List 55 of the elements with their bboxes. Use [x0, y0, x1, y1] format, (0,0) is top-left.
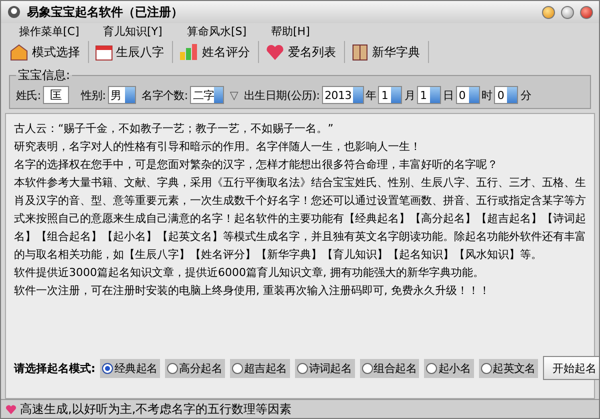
menu-item[interactable]: 帮助[H] [271, 24, 355, 38]
field-label: 名字个数: [142, 88, 188, 102]
field-label: 性别: [80, 88, 106, 102]
mode-radio[interactable]: 经典起名 [100, 358, 160, 378]
unit-label: 年 [366, 88, 376, 102]
description-paragraph: 研究表明，名字对人的性格有引导和暗示的作用。名字伴随人一生，也影响人一生！ [14, 139, 422, 155]
unit-label: 分 [520, 88, 532, 102]
mode-radio[interactable]: 诗词起名 [294, 358, 355, 378]
maximize-button[interactable] [561, 6, 574, 18]
group-title: 宝宝信息: [17, 67, 72, 84]
calendar-icon [95, 43, 113, 61]
description-paragraph: 名字的选择权在您手中，可是您面对繁杂的汉字，怎样才能想出很多符合命理，丰富好听的名字呢？ [14, 157, 499, 173]
field-label: 姓氏: [16, 88, 41, 102]
bar-chart-icon [179, 43, 199, 61]
status-text: 高速生成,以好听为主,不考虑名字的五行数理等因素 [20, 400, 292, 418]
menu-item[interactable]: 育儿知识[Y] [103, 24, 187, 38]
toolbar-button[interactable]: 新华字典 [347, 41, 429, 63]
spin-select[interactable]: 男 [108, 86, 136, 104]
mode-radio[interactable]: 起小名 [424, 358, 474, 378]
mode-radio[interactable]: 超吉起名 [230, 358, 290, 378]
app-logo-icon [7, 5, 21, 19]
surname-field[interactable]: 匡 [42, 86, 69, 104]
mode-prompt: 请选择起名模式: [14, 360, 96, 376]
house-icon [9, 43, 29, 61]
menu-item[interactable]: 算命风水[S] [187, 24, 271, 38]
toolbar-button[interactable]: 姓名评分 [175, 41, 259, 63]
spin-select[interactable]: 0 [456, 86, 480, 104]
close-button[interactable] [580, 6, 593, 18]
start-button[interactable]: 开始起名 [543, 356, 599, 380]
triangle-glyph[interactable]: ▽ [230, 88, 238, 102]
heart-icon [5, 404, 17, 414]
window-title: 易象宝宝起名软件（已注册） [27, 4, 184, 20]
description-paragraph: 软件一次注册，可在注册时安装的电脑上终身使用, 重装再次输入注册码即可, 免费永久升级！！！ [14, 283, 491, 299]
toolbar-button[interactable]: 模式选择 [5, 41, 89, 63]
minimize-button[interactable] [542, 6, 555, 18]
description-paragraph: 古人云：“赐子千金，不如教子一艺；教子一艺，不如赐子一名。” [14, 121, 334, 137]
book-icon [351, 43, 369, 61]
unit-label: 日 [443, 88, 454, 102]
description-paragraph: 软件提供近3000篇起名知识文章，提供近6000篇育儿知识文章, 拥有功能强大的新华字典功能。 [14, 265, 485, 281]
field-label: 出生日期(公历): [244, 88, 320, 102]
spin-select[interactable]: 1 [417, 86, 442, 104]
spin-select[interactable]: 2013 [322, 86, 364, 104]
mode-radio[interactable]: 起英文名 [478, 358, 538, 378]
spin-select[interactable]: 二字 [190, 86, 224, 104]
toolbar-button[interactable]: 爱名列表 [261, 41, 345, 63]
toolbar-button[interactable]: 生辰八字 [91, 41, 173, 63]
heart-icon [265, 43, 285, 61]
spin-select[interactable]: 0 [494, 86, 518, 104]
mode-radio[interactable]: 组合起名 [360, 358, 420, 378]
description-paragraph: 本软件参考大量书籍、文献、字典，采用《五行平衡取名法》结合宝宝姓氏、性别、生辰八字、五行、三才、五格、生肖及汉字的音、型、意等重要元素，一次生成数千个好名字！您还可以通过设置笔画数、拼音、五行或指定含某字等方式来按照自己的意愿来生成自己满意的名字！起名软件的主要功能有【经典起名】【高分起名】【超吉起名】【诗词起名】【组合起名】【起小名】【起英文名】等模式生成名字，并且独有英文名字朗读功能。除起名功能外软件还有丰富的与取名相关功能，如【生辰八字】【姓名评分】【新华字典】【育儿知识】【起名知识】【风水知识】等。 [14, 175, 586, 263]
unit-label: 时 [482, 88, 492, 102]
unit-label: 月 [404, 88, 416, 102]
spin-select[interactable]: 1 [378, 86, 402, 104]
mode-radio[interactable]: 高分起名 [165, 358, 226, 378]
menu-item[interactable]: 操作菜单[C] [19, 24, 103, 38]
